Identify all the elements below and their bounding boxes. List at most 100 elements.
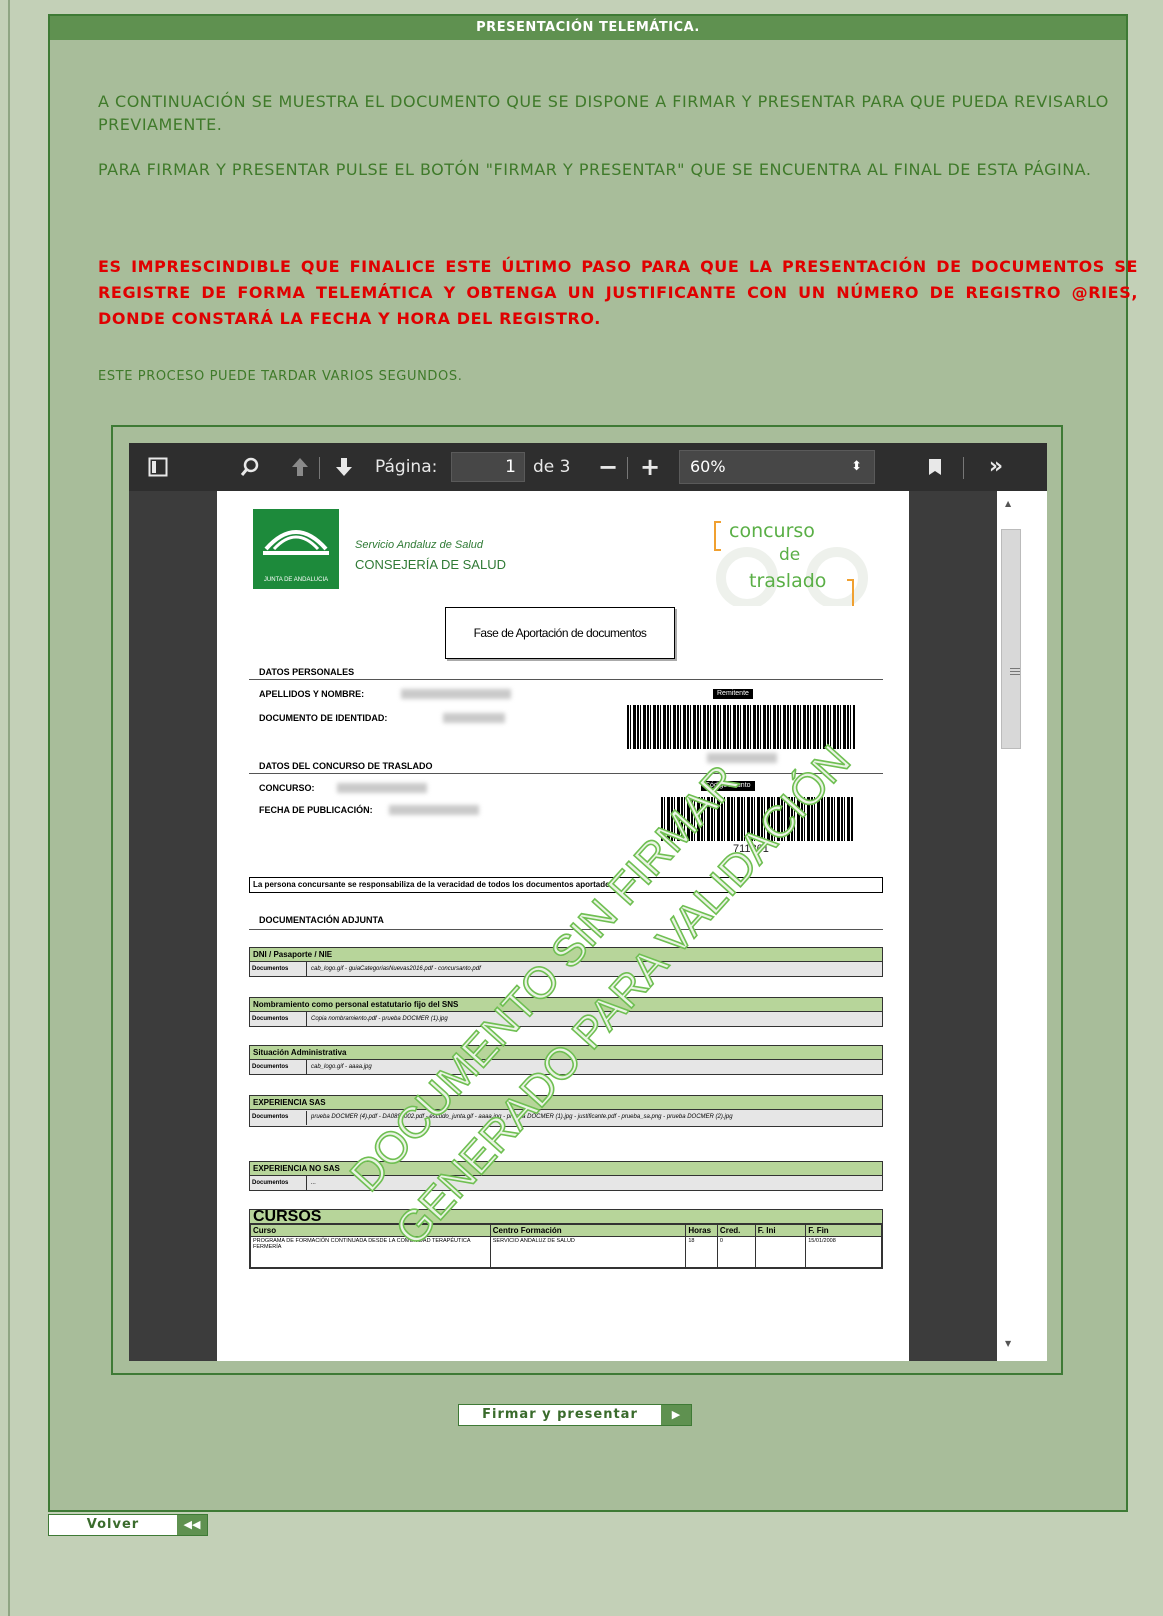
sign-submit-button[interactable]: Firmar y presentar ▶ xyxy=(458,1404,692,1426)
table-row: PROGRAMA DE FORMACIÓN CONTINUADA DESDE L… xyxy=(250,1236,882,1268)
phase-title: Fase de Aportación de documentos xyxy=(445,607,675,659)
group-files: ... xyxy=(311,1180,317,1186)
next-page-icon[interactable] xyxy=(329,443,359,491)
brand-line-3: traslado xyxy=(749,570,827,592)
pdf-page: JUNTA DE ANDALUCIA Servicio Andaluz de S… xyxy=(217,491,909,1361)
pdf-scrollbar[interactable]: ▲ ▼ xyxy=(997,491,1047,1361)
col-header: Curso xyxy=(250,1224,491,1237)
group-title: EXPERIENCIA SAS xyxy=(250,1096,882,1110)
toolbar-separator xyxy=(319,457,320,479)
sender-barcode xyxy=(627,705,855,749)
group-row-label: Documentos xyxy=(250,1111,307,1125)
back-button[interactable]: Volver ◀◀ xyxy=(48,1514,208,1536)
sidebar-toggle-icon[interactable] xyxy=(143,443,173,491)
group-title: EXPERIENCIA NO SAS xyxy=(250,1162,882,1176)
zoom-value: 60% xyxy=(690,457,726,476)
redacted-id xyxy=(443,713,505,723)
attachment-group: EXPERIENCIA NO SAS Documentos... xyxy=(249,1161,883,1191)
redacted-contest xyxy=(337,783,427,793)
left-border xyxy=(8,0,10,1616)
cell: SERVICIO ANDALUZ DE SALUD xyxy=(489,1236,687,1268)
document-viewer-frame: Página: 1 de 3 − + 60% ⬍ » JUNTA DE ANDA… xyxy=(111,425,1063,1375)
group-title: DNI / Pasaporte / NIE xyxy=(250,948,882,962)
redacted-barcode-number xyxy=(707,753,777,763)
group-row: Documentos cab_logo.gif - guiaCategoriasN… xyxy=(250,962,882,976)
scroll-down-icon[interactable]: ▼ xyxy=(1005,1339,1011,1348)
group-row: Documentos prueba DOCMER (4).pdf - DA0890… xyxy=(250,1110,882,1126)
group-row-label: Documentos xyxy=(250,962,307,976)
attachment-group: Nombramiento como personal estatutario f… xyxy=(249,997,883,1027)
col-header: F. Ini xyxy=(754,1224,807,1237)
barcode-1-label: Remitente xyxy=(713,689,753,699)
cell: PROGRAMA DE FORMACIÓN CONTINUADA DESDE L… xyxy=(250,1236,491,1268)
courses-title: CURSOS xyxy=(250,1209,882,1225)
attachment-group: Situación Administrativa Documentos cab_l… xyxy=(249,1045,883,1075)
grip-icon xyxy=(1010,668,1020,677)
attachment-group: EXPERIENCIA SAS Documentos prueba DOCMER … xyxy=(249,1095,883,1127)
id-label: DOCUMENTO DE IDENTIDAD: xyxy=(259,713,388,723)
pdf-toolbar: Página: 1 de 3 − + 60% ⬍ » xyxy=(129,443,1047,491)
back-label: Volver xyxy=(86,1517,140,1532)
group-files: Copia nombramiento.pdf - prueba DOCMER (… xyxy=(311,1016,448,1022)
divider xyxy=(249,773,883,774)
search-icon[interactable] xyxy=(235,443,265,491)
cell: 15/01/2008 xyxy=(805,1236,882,1268)
scroll-up-icon[interactable]: ▲ xyxy=(1005,499,1011,508)
divider xyxy=(249,679,883,680)
personal-data-title: DATOS PERSONALES xyxy=(259,667,355,677)
process-note: ESTE PROCESO PUEDE TARDAR VARIOS SEGUNDO… xyxy=(98,369,463,384)
brand-line-1: concurso xyxy=(729,520,815,542)
zoom-out-icon[interactable]: − xyxy=(595,443,621,491)
name-label: APELLIDOS Y NOMBRE: xyxy=(259,689,365,699)
logo-caption: JUNTA DE ANDALUCIA xyxy=(263,577,329,583)
group-row-label: Documentos xyxy=(250,1176,307,1190)
col-header: Horas xyxy=(685,1224,718,1237)
zoom-select[interactable]: 60% ⬍ xyxy=(679,450,875,484)
attachments-title: DOCUMENTACIÓN ADJUNTA xyxy=(259,915,384,925)
responsibility-statement: La persona concursante se responsabiliza… xyxy=(249,877,883,893)
group-row-label: Documentos xyxy=(250,1012,307,1026)
cell xyxy=(754,1236,807,1268)
sign-submit-label: Firmar y presentar xyxy=(482,1407,638,1422)
group-files: prueba DOCMER (4).pdf - DA0890002.pdf - … xyxy=(311,1114,733,1120)
page-number-input[interactable]: 1 xyxy=(451,452,525,482)
intro-paragraph-2: PARA FIRMAR Y PRESENTAR PULSE EL BOTÓN "… xyxy=(98,160,1092,179)
group-title: Situación Administrativa xyxy=(250,1046,882,1060)
bookmark-icon[interactable] xyxy=(923,443,947,491)
divider xyxy=(249,929,883,930)
cell: 18 xyxy=(685,1236,718,1268)
redacted-pubdate xyxy=(389,805,479,815)
panel-title: PRESENTACIÓN TELEMÁTICA. xyxy=(50,16,1126,40)
contest-label: CONCURSO: xyxy=(259,783,315,793)
contest-data-title: DATOS DEL CONCURSO DE TRASLADO xyxy=(259,761,433,771)
scroll-thumb[interactable] xyxy=(1001,529,1021,749)
attachment-group: DNI / Pasaporte / NIE Documentos cab_logo… xyxy=(249,947,883,977)
toolbar-separator xyxy=(627,457,628,479)
previous-page-icon[interactable] xyxy=(285,443,315,491)
col-header: Centro Formación xyxy=(489,1224,687,1237)
group-row: Documentos... xyxy=(250,1176,882,1190)
pubdate-label: FECHA DE PUBLICACIÓN: xyxy=(259,805,373,815)
org-name: Servicio Andaluz de Salud xyxy=(355,539,484,551)
group-row: Documentos Copia nombramiento.pdf - prueb… xyxy=(250,1012,882,1026)
concurso-traslado-logo: concurso de traslado xyxy=(707,516,887,606)
pdf-viewer[interactable]: Página: 1 de 3 − + 60% ⬍ » JUNTA DE ANDA… xyxy=(129,443,1047,1361)
warning-text: ES IMPRESCINDIBLE QUE FINALICE ESTE ÚLTI… xyxy=(98,257,1138,328)
col-header: Cred. xyxy=(716,1224,756,1237)
page-label: Página: xyxy=(375,457,438,477)
group-title: Nombramiento como personal estatutario f… xyxy=(250,998,882,1012)
tools-icon[interactable]: » xyxy=(979,443,1013,491)
zoom-in-icon[interactable]: + xyxy=(637,443,663,491)
cell: 0 xyxy=(716,1236,756,1268)
subject-barcode xyxy=(661,797,853,841)
telematic-panel: PRESENTACIÓN TELEMÁTICA. A CONTINUACIÓN … xyxy=(48,14,1137,1512)
play-arrow-icon: ▶ xyxy=(661,1405,691,1425)
courses-table: CURSOS Curso Centro Formación Horas Cred… xyxy=(249,1209,883,1269)
toolbar-separator xyxy=(963,457,964,479)
barcode-2-label: Código Asunto xyxy=(701,781,755,791)
group-row: Documentos cab_logo.gif - aaaa.jpg xyxy=(250,1060,882,1074)
group-files: cab_logo.gif - guiaCategoriasNuevas2016.… xyxy=(311,966,481,972)
select-arrows-icon: ⬍ xyxy=(851,459,862,474)
group-row-label: Documentos xyxy=(250,1060,307,1074)
intro-paragraph-1: A CONTINUACIÓN SE MUESTRA EL DOCUMENTO Q… xyxy=(98,92,1109,134)
